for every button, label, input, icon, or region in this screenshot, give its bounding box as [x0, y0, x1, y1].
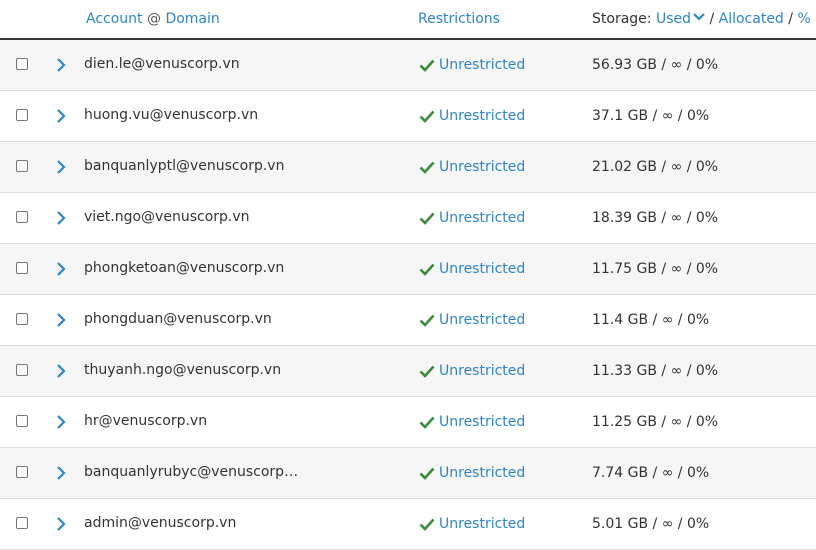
account-email: phongduan@venuscorp.vn — [84, 311, 272, 327]
storage-header: Storage: Used / Allocated / % — [592, 11, 811, 27]
checkmark-icon — [419, 211, 435, 225]
sort-allocated-link[interactable]: Allocated — [719, 11, 784, 27]
storage-usage: 11.33 GB / ∞ / 0% — [592, 363, 719, 379]
chevron-right-icon[interactable] — [55, 260, 67, 278]
sort-used-link[interactable]: Used — [656, 11, 691, 27]
chevron-right-icon[interactable] — [55, 413, 67, 431]
chevron-right-icon[interactable] — [55, 362, 67, 380]
storage-usage: 18.39 GB / ∞ / 0% — [592, 210, 719, 226]
table-row: dien.le@venuscorp.vn Unrestricted 56.93 GB… — [0, 40, 816, 91]
account-email: phongketoan@venuscorp.vn — [84, 260, 285, 276]
row-checkbox[interactable] — [16, 211, 28, 223]
account-email: hr@venuscorp.vn — [84, 413, 208, 429]
storage-usage: 56.93 GB / ∞ / 0% — [592, 57, 719, 73]
restriction-status-link[interactable]: Unrestricted — [439, 465, 525, 481]
storage-usage: 5.01 GB / ∞ / 0% — [592, 516, 710, 532]
storage-label: Storage: — [592, 11, 652, 27]
chevron-right-icon[interactable] — [55, 311, 67, 329]
account-email: banquanlyptl@venuscorp.vn — [84, 158, 285, 174]
checkmark-icon — [419, 262, 435, 276]
storage-usage: 7.74 GB / ∞ / 0% — [592, 465, 710, 481]
storage-usage: 11.25 GB / ∞ / 0% — [592, 414, 719, 430]
chevron-right-icon[interactable] — [55, 107, 67, 125]
row-checkbox[interactable] — [16, 466, 28, 478]
checkmark-icon — [419, 466, 435, 480]
restriction-status-link[interactable]: Unrestricted — [439, 363, 525, 379]
chevron-right-icon[interactable] — [55, 464, 67, 482]
sort-domain-link[interactable]: Domain — [165, 11, 219, 27]
table-row: banquanlyrubyc@venuscorp… Unrestricted 7.7… — [0, 448, 816, 499]
restriction-status-link[interactable]: Unrestricted — [439, 414, 525, 430]
storage-usage: 11.75 GB / ∞ / 0% — [592, 261, 719, 277]
restriction-status-link[interactable]: Unrestricted — [439, 159, 525, 175]
storage-usage: 21.02 GB / ∞ / 0% — [592, 159, 719, 175]
account-email: huong.vu@venuscorp.vn — [84, 107, 259, 123]
account-email: dien.le@venuscorp.vn — [84, 56, 240, 72]
restriction-status-link[interactable]: Unrestricted — [439, 261, 525, 277]
restriction-status-link[interactable]: Unrestricted — [439, 57, 525, 73]
restriction-status-link[interactable]: Unrestricted — [439, 516, 525, 532]
table-header: Account @ Domain Restrictions Storage: U… — [0, 0, 816, 40]
table-row: hr@venuscorp.vn Unrestricted 11.25 GB / ∞ … — [0, 397, 816, 448]
storage-usage: 11.4 GB / ∞ / 0% — [592, 312, 710, 328]
table-row: phongketoan@venuscorp.vn Unrestricted 11.7… — [0, 244, 816, 295]
table-row: banquanlyptl@venuscorp.vn Unrestricted 21.… — [0, 142, 816, 193]
row-checkbox[interactable] — [16, 415, 28, 427]
chevron-right-icon[interactable] — [55, 158, 67, 176]
table-row: admin@venuscorp.vn Unrestricted 5.01 GB / … — [0, 499, 816, 550]
row-checkbox[interactable] — [16, 364, 28, 376]
restriction-status-link[interactable]: Unrestricted — [439, 210, 525, 226]
checkmark-icon — [419, 58, 435, 72]
checkmark-icon — [419, 364, 435, 378]
table-row: viet.ngo@venuscorp.vn Unrestricted 18.39 G… — [0, 193, 816, 244]
separator: / — [788, 11, 793, 27]
sort-percent-link[interactable]: % — [797, 11, 810, 27]
account-email: thuyanh.ngo@venuscorp.vn — [84, 362, 282, 378]
row-checkbox[interactable] — [16, 517, 28, 529]
row-checkbox[interactable] — [16, 160, 28, 172]
account-email: admin@venuscorp.vn — [84, 515, 237, 531]
checkmark-icon — [419, 517, 435, 531]
restriction-status-link[interactable]: Unrestricted — [439, 108, 525, 124]
sort-account-link[interactable]: Account — [86, 11, 143, 27]
checkmark-icon — [419, 160, 435, 174]
chevron-right-icon[interactable] — [55, 515, 67, 533]
account-email: viet.ngo@venuscorp.vn — [84, 209, 250, 225]
checkmark-icon — [419, 415, 435, 429]
separator: / — [709, 11, 715, 27]
account-email: banquanlyrubyc@venuscorp… — [84, 464, 299, 480]
table-row: thuyanh.ngo@venuscorp.vn Unrestricted 11.3… — [0, 346, 816, 397]
chevron-right-icon[interactable] — [55, 209, 67, 227]
storage-usage: 37.1 GB / ∞ / 0% — [592, 108, 710, 124]
table-row: phongduan@venuscorp.vn Unrestricted 11.4 G… — [0, 295, 816, 346]
checkmark-icon — [419, 109, 435, 123]
table-row: huong.vu@venuscorp.vn Unrestricted 37.1 GB… — [0, 91, 816, 142]
sort-restrictions-link[interactable]: Restrictions — [418, 11, 500, 27]
checkmark-icon — [419, 313, 435, 327]
restriction-status-link[interactable]: Unrestricted — [439, 312, 525, 328]
accounts-table: Account @ Domain Restrictions Storage: U… — [0, 0, 816, 550]
row-checkbox[interactable] — [16, 313, 28, 325]
row-checkbox[interactable] — [16, 262, 28, 274]
row-checkbox[interactable] — [16, 109, 28, 121]
table-body: dien.le@venuscorp.vn Unrestricted 56.93 GB… — [0, 40, 816, 550]
row-checkbox[interactable] — [16, 58, 28, 70]
account-domain-header: Account @ Domain — [86, 11, 220, 27]
at-sign: @ — [146, 11, 161, 27]
chevron-right-icon[interactable] — [55, 56, 67, 74]
chevron-down-icon[interactable] — [693, 10, 705, 26]
